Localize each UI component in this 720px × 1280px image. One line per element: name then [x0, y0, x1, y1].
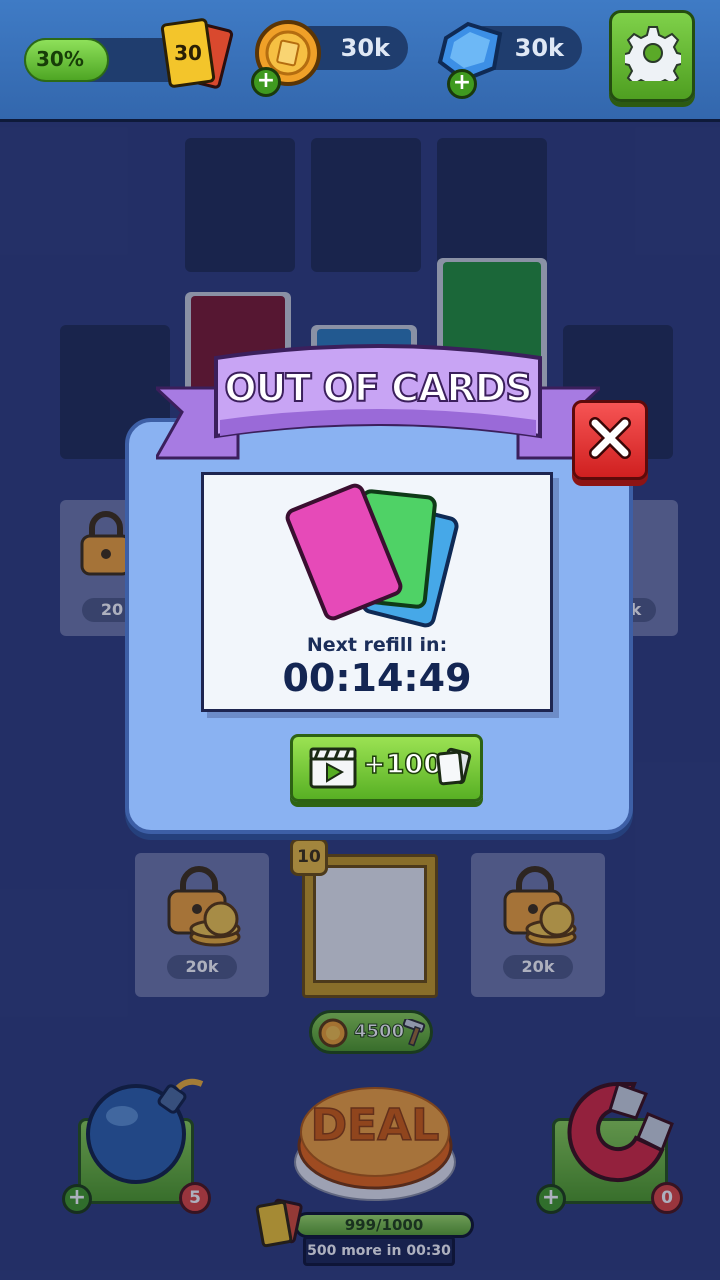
watch-ad-reward-button[interactable]: +100 — [290, 734, 483, 802]
close-icon — [589, 417, 631, 459]
add-gems-button[interactable]: + — [447, 69, 477, 99]
level-card-label: 30 — [174, 41, 202, 65]
coins-label: 30k — [340, 34, 390, 62]
modal-title: OUT OF CARDS — [223, 365, 533, 411]
refill-label: Next refill in: — [306, 634, 448, 656]
card-icon — [436, 747, 472, 786]
level-card-icon: 30 — [160, 18, 234, 89]
cards-icon — [285, 483, 459, 628]
top-bar: 30% 30 30k + 30k + — [0, 0, 720, 122]
reward-label: +100 — [362, 748, 442, 781]
refill-timer: 00:14:49 — [282, 656, 472, 700]
xp-percent-label: 30% — [36, 47, 84, 71]
gear-icon — [625, 26, 681, 81]
close-button[interactable] — [572, 400, 648, 480]
settings-button[interactable] — [609, 10, 695, 102]
add-coins-button[interactable]: + — [251, 67, 281, 97]
gems-label: 30k — [514, 34, 564, 62]
video-clapper-icon — [309, 747, 357, 789]
